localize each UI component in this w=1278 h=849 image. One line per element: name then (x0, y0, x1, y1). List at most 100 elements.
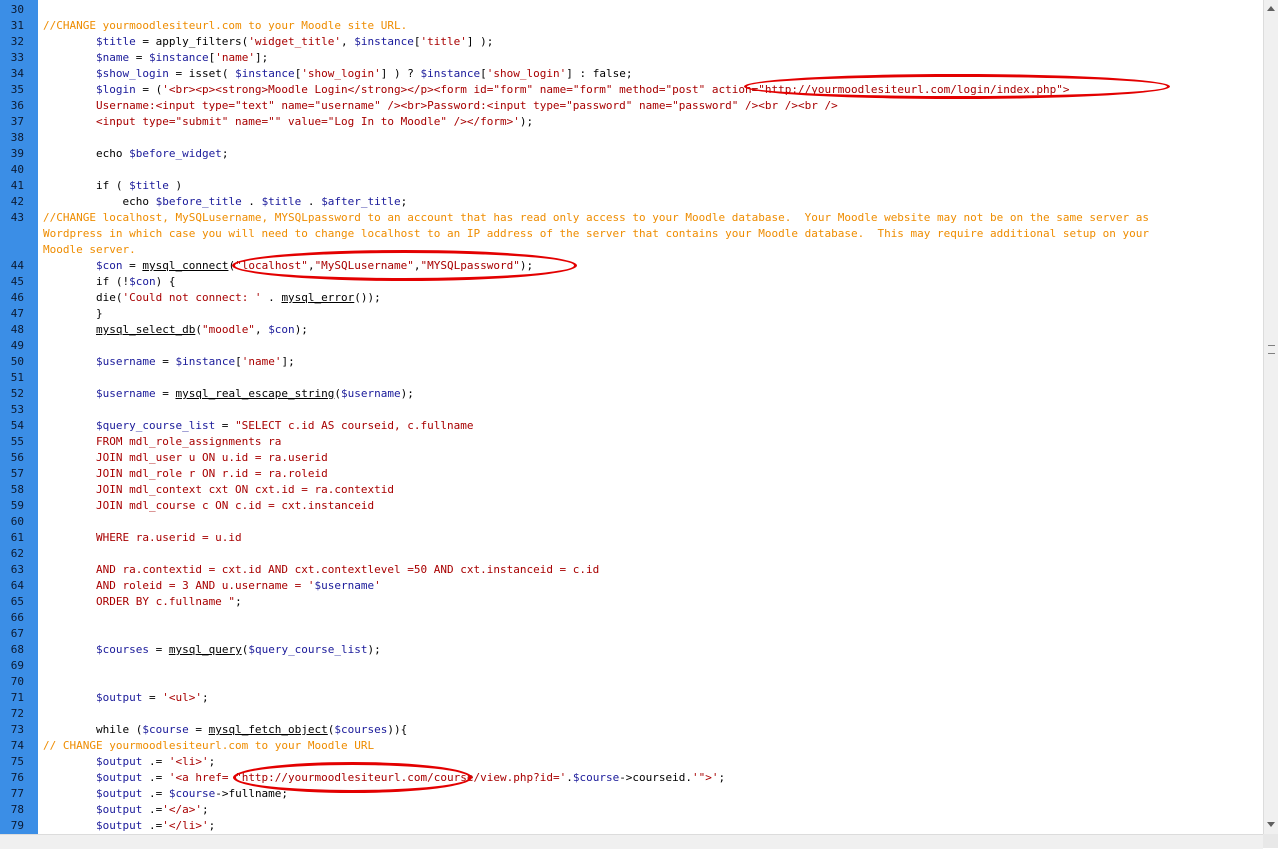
code-text: $username = mysql_real_escape_string($us… (43, 386, 414, 402)
code-token: $show_login (43, 67, 169, 80)
code-line[interactable]: 74 // CHANGE yourmoodlesiteurl.com to you… (0, 738, 1262, 754)
code-line[interactable]: 38 (0, 130, 1262, 146)
code-text: $output .='</a>'; (43, 802, 209, 818)
code-token: ) { (155, 275, 176, 288)
code-line[interactable]: 59 JOIN mdl_course c ON c.id = cxt.insta… (0, 498, 1262, 514)
code-token: .= (142, 771, 169, 784)
code-line[interactable]: 52 $username = mysql_real_escape_string(… (0, 386, 1262, 402)
scroll-down-arrow-icon[interactable] (1267, 822, 1275, 827)
code-token: $username (341, 387, 401, 400)
code-line[interactable]: 62 (0, 546, 1262, 562)
code-text: Wordpress in which case you will need to… (43, 226, 1149, 242)
code-token: $instance (420, 67, 481, 80)
code-line[interactable]: 30 (0, 2, 1262, 18)
code-line[interactable]: 70 (0, 674, 1262, 690)
code-line[interactable]: 73 while ($course = mysql_fetch_object($… (0, 722, 1262, 738)
code-text: echo $before_widget; (43, 146, 228, 162)
code-line[interactable]: Moodle server. (0, 242, 1262, 258)
code-token: 'name' (241, 355, 282, 368)
code-line[interactable]: 60 (0, 514, 1262, 530)
code-token: = isset( (168, 67, 236, 80)
code-token: //CHANGE yourmoodlesiteurl.com to your M… (43, 19, 408, 32)
code-line[interactable]: 47 } (0, 306, 1262, 322)
code-token: . (301, 195, 322, 208)
code-line[interactable]: 37 <input type="submit" name="" value="L… (0, 114, 1262, 130)
scroll-thumb-grip-icon[interactable] (1268, 345, 1275, 354)
code-token: mysql_error (281, 291, 355, 304)
code-line[interactable]: 46 die('Could not connect: ' . mysql_err… (0, 290, 1262, 306)
code-token: $title (129, 179, 169, 192)
code-token: while ( (43, 723, 143, 736)
code-line[interactable]: 63 AND ra.contextid = cxt.id AND cxt.con… (0, 562, 1262, 578)
code-text: Username:<input type="text" name="userna… (43, 98, 838, 114)
code-line[interactable]: 77 $output .= $course->fullname; (0, 786, 1262, 802)
code-token: echo (43, 147, 130, 160)
scroll-up-arrow-icon[interactable] (1267, 6, 1275, 11)
horizontal-scrollbar[interactable] (0, 834, 1263, 849)
line-number: 33 (10, 51, 24, 64)
code-text: JOIN mdl_course c ON c.id = cxt.instance… (43, 498, 374, 514)
code-text: $title = apply_filters('widget_title', $… (43, 34, 493, 50)
code-line[interactable]: 67 (0, 626, 1262, 642)
code-line[interactable]: 33 $name = $instance['name']; (0, 50, 1262, 66)
line-number: 76 (10, 771, 24, 784)
code-line[interactable]: 79 $output .='</li>'; (0, 818, 1262, 834)
code-token: mysql_fetch_object (208, 723, 328, 736)
code-line[interactable]: 68 $courses = mysql_query($query_course_… (0, 642, 1262, 658)
code-line[interactable]: 41 if ( $title ) (0, 178, 1262, 194)
code-line[interactable]: 40 (0, 162, 1262, 178)
code-line[interactable]: 76 $output .= '<a href= "http://yourmood… (0, 770, 1262, 786)
code-line[interactable]: 48 mysql_select_db("moodle", $con); (0, 322, 1262, 338)
code-line[interactable]: 65 ORDER BY c.fullname "; (0, 594, 1262, 610)
code-line[interactable]: 44 $con = mysql_connect("localhost","MyS… (0, 258, 1262, 274)
code-text: Moodle server. (43, 242, 136, 258)
code-line[interactable]: 57 JOIN mdl_role r ON r.id = ra.roleid (0, 466, 1262, 482)
code-token: )){ (387, 723, 408, 736)
code-line[interactable]: 64 AND roleid = 3 AND u.username = '$use… (0, 578, 1262, 594)
code-text: die('Could not connect: ' . mysql_error(… (43, 290, 381, 306)
code-line[interactable]: 78 $output .='</a>'; (0, 802, 1262, 818)
code-token: .= (142, 803, 163, 816)
code-editor[interactable]: 30 31 //CHANGE yourmoodlesiteurl.com to yo… (0, 0, 1262, 834)
code-line[interactable]: 51 (0, 370, 1262, 386)
line-number: 77 (10, 787, 24, 800)
code-token: [ (235, 355, 242, 368)
line-number: 58 (10, 483, 24, 496)
code-line[interactable]: 56 JOIN mdl_user u ON u.id = ra.userid (0, 450, 1262, 466)
code-token: ; (201, 803, 209, 816)
code-token: //CHANGE localhost, MySQLusername, MYSQL… (43, 211, 1149, 224)
code-line[interactable]: 55 FROM mdl_role_assignments ra (0, 434, 1262, 450)
code-token: "localhost" (235, 259, 308, 272)
code-line[interactable]: 34 $show_login = isset( $instance['show_… (0, 66, 1262, 82)
code-line[interactable]: 58 JOIN mdl_context cxt ON cxt.id = ra.c… (0, 482, 1262, 498)
code-line[interactable]: 49 (0, 338, 1262, 354)
code-token: .= (142, 819, 163, 832)
vertical-scrollbar[interactable] (1263, 0, 1278, 834)
code-line[interactable]: 75 $output .= '<li>'; (0, 754, 1262, 770)
code-text: $output .= '<a href= "http://yourmoodles… (43, 770, 725, 786)
code-line[interactable]: 71 $output = '<ul>'; (0, 690, 1262, 706)
code-line[interactable]: 72 (0, 706, 1262, 722)
code-line[interactable]: 66 (0, 610, 1262, 626)
code-line[interactable]: 39 echo $before_widget; (0, 146, 1262, 162)
line-number: 53 (10, 403, 24, 416)
code-line[interactable]: Wordpress in which case you will need to… (0, 226, 1262, 242)
code-line[interactable]: 42 echo $before_title . $title . $after_… (0, 194, 1262, 210)
code-text: while ($course = mysql_fetch_object($cou… (43, 722, 407, 738)
code-line[interactable]: 31 //CHANGE yourmoodlesiteurl.com to your… (0, 18, 1262, 34)
code-line[interactable]: 61 WHERE ra.userid = u.id (0, 530, 1262, 546)
code-token: $query_course_list (248, 643, 368, 656)
code-token: } (43, 307, 103, 320)
code-line[interactable]: 36 Username:<input type="text" name="use… (0, 98, 1262, 114)
line-number: 39 (10, 147, 24, 160)
code-line[interactable]: 35 $login = ('<br><p><strong>Moodle Logi… (0, 82, 1262, 98)
line-number: 65 (10, 595, 24, 608)
code-line[interactable]: 54 $query_course_list = "SELECT c.id AS … (0, 418, 1262, 434)
code-token: 'show_login' (301, 67, 381, 80)
code-line[interactable]: 53 (0, 402, 1262, 418)
code-line[interactable]: 50 $username = $instance['name']; (0, 354, 1262, 370)
code-line[interactable]: 43 //CHANGE localhost, MySQLusername, MYS… (0, 210, 1262, 226)
code-line[interactable]: 32 $title = apply_filters('widget_title'… (0, 34, 1262, 50)
code-line[interactable]: 69 (0, 658, 1262, 674)
code-line[interactable]: 45 if (!$con) { (0, 274, 1262, 290)
